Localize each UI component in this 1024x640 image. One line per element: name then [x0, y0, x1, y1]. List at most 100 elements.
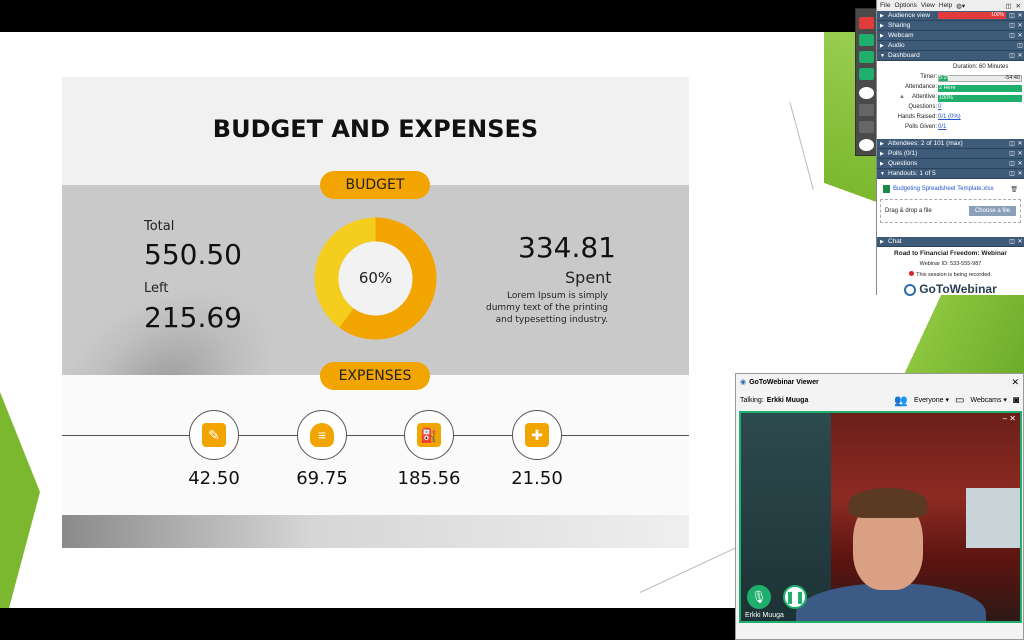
close-icon[interactable]: ✕ [1016, 150, 1024, 157]
polls-given-link[interactable]: 0/1 [938, 124, 946, 130]
hands-link[interactable]: 0/1 (0%) [938, 114, 961, 120]
popout-icon[interactable]: ◫ [1005, 2, 1011, 10]
hands-label: Hands Raised: [897, 114, 937, 120]
close-icon[interactable]: ✕ [1016, 238, 1024, 245]
close-icon[interactable]: ✕ [1016, 32, 1024, 39]
webcams-label: Webcams [970, 397, 1002, 404]
screen: BUDGET AND EXPENSES BUDGET Total 550.50 … [0, 0, 1024, 640]
section-audio[interactable]: ▶ Audio ◫ [877, 41, 1024, 51]
notepad-icon: ✎ [202, 423, 226, 447]
attendance-bar: 2 Here [938, 85, 1022, 92]
spent-value: 334.81 [518, 231, 616, 264]
trash-icon[interactable]: 🗑 [1010, 186, 1021, 193]
hospital-icon: ✚ [525, 423, 549, 447]
timer-row: Timer: 5:20 -54:40 [877, 74, 1024, 83]
duration-text: Duration: 60 Minutes [953, 64, 1009, 70]
recording-notice: This session is being recorded. [877, 271, 1024, 278]
section-chat[interactable]: ▶ Chat ◫ ✕ [877, 237, 1024, 247]
popout-icon[interactable]: ◫ [1008, 32, 1016, 39]
attentive-row: ▲ Attentive: 100% [877, 94, 1024, 103]
expense-value: 185.56 [397, 468, 461, 489]
section-handouts[interactable]: ▼ Handouts: 1 of 5 ◫ ✕ [877, 169, 1024, 179]
menu-help[interactable]: Help [939, 2, 952, 9]
section-webcam[interactable]: ▶ Webcam ◫ ✕ [877, 31, 1024, 41]
participant-name: Erkki Muuga [745, 612, 784, 619]
menu-options[interactable]: Options [894, 2, 916, 9]
section-questions[interactable]: ▶ Questions ◫ ✕ [877, 159, 1024, 169]
section-label: Polls (0/1) [888, 150, 918, 157]
popout-icon[interactable]: ◫ [1008, 22, 1016, 29]
webinar-id: Webinar ID: 533-555-987 [919, 261, 982, 267]
close-icon[interactable]: ✕ [1016, 12, 1024, 19]
handout-file-name[interactable]: Budgeting Spreadsheet Template.xlsx [893, 186, 994, 192]
timer-bar: 5:20 -54:40 [938, 75, 1022, 82]
popout-icon[interactable]: ◫ [1008, 150, 1016, 157]
minimize-close-icon[interactable]: – ✕ [1003, 414, 1016, 423]
duration-row: Duration: 60 Minutes [877, 64, 1024, 73]
popout-icon[interactable]: ◫ [1016, 42, 1024, 49]
everyone-label: Everyone [913, 397, 944, 404]
recording-notice-text: This session is being recorded. [916, 272, 992, 278]
expenses-timeline [62, 435, 689, 436]
draw-icon[interactable] [859, 139, 874, 151]
audience-level-bar: 100% [938, 12, 1006, 19]
webcam-icon[interactable] [859, 51, 874, 63]
section-label: Sharing [888, 22, 911, 29]
close-icon[interactable]: ✕ [1011, 377, 1019, 388]
webcams-dropdown[interactable]: Webcams ▾ [970, 396, 1006, 404]
spent-description: Lorem Ipsum is simply dummy text of the … [486, 291, 608, 325]
pause-button[interactable]: ❚❚ [783, 585, 807, 609]
attentive-label: Attentive: [911, 94, 937, 100]
section-polls[interactable]: ▶ Polls (0/1) ◫ ✕ [877, 149, 1024, 159]
file-drop-zone[interactable]: Drag & drop a file Choose a file [880, 199, 1021, 223]
timer-label: Timer: [920, 74, 937, 80]
collapse-arrow-icon[interactable] [859, 17, 874, 29]
donut-percent-label: 60% [358, 269, 393, 287]
popout-icon[interactable]: ◫ [1008, 12, 1016, 19]
snapshot-camera-icon[interactable]: ◙ [1013, 395, 1019, 406]
expense-item: ≡ [297, 410, 347, 460]
microphone-icon[interactable] [859, 34, 874, 46]
section-attendees[interactable]: ▶ Attendees: 2 of 101 (max) ◫ ✕ [877, 139, 1024, 149]
total-label: Total [144, 219, 175, 234]
section-sharing[interactable]: ▶ Sharing ◫ ✕ [877, 21, 1024, 31]
section-label: Chat [888, 238, 902, 245]
close-icon[interactable]: ✕ [1016, 170, 1024, 177]
popout-icon[interactable]: ◫ [1008, 238, 1016, 245]
popout-icon[interactable]: ◫ [1008, 170, 1016, 177]
questions-link[interactable]: 0 [938, 104, 941, 110]
section-dashboard[interactable]: ▼ Dashboard ◫ ✕ [877, 51, 1024, 61]
close-icon[interactable]: ✕ [1016, 52, 1024, 59]
close-icon[interactable]: ✕ [1016, 140, 1024, 147]
everyone-dropdown[interactable]: Everyone ▾ [914, 396, 949, 404]
expand-arrow-icon: ▶ [880, 32, 884, 39]
pause-icon[interactable] [859, 87, 874, 99]
popout-icon[interactable]: ◫ [1008, 52, 1016, 59]
choose-file-button[interactable]: Choose a file [968, 206, 1016, 216]
expense-value: 69.75 [296, 468, 348, 489]
viewer-title-bar: ◉ GoToWebinar Viewer ✕ [736, 374, 1023, 390]
control-toolbar [855, 8, 877, 156]
record-icon[interactable] [859, 121, 874, 133]
collapse-arrow-icon: ▼ [880, 52, 885, 59]
hand-icon[interactable] [859, 104, 874, 116]
popout-icon[interactable]: ◫ [1008, 140, 1016, 147]
microphone-button[interactable]: 🎙 [747, 585, 771, 609]
warning-icon: ▲ [899, 94, 905, 100]
menu-view[interactable]: View [921, 2, 935, 9]
close-icon[interactable]: ✕ [1016, 2, 1024, 10]
menu-file[interactable]: File [880, 2, 890, 9]
webinar-info: Road to Financial Freedom: Webinar Webin… [877, 247, 1024, 296]
section-audience-view[interactable]: ▶ Audience view 100% ◫ ✕ [877, 11, 1024, 21]
globe-icon[interactable]: ◍▾ [956, 2, 965, 10]
close-icon[interactable]: ✕ [1016, 22, 1024, 29]
expense-item: ✎ [189, 410, 239, 460]
close-icon[interactable]: ✕ [1016, 160, 1024, 167]
popout-icon[interactable]: ◫ [1008, 160, 1016, 167]
video-camera-icon: ▭ [955, 394, 965, 406]
expand-arrow-icon: ▶ [880, 12, 884, 19]
screen-share-icon[interactable] [859, 68, 874, 80]
viewer-toolbar: Talking: Erkki Muuga 👥 Everyone ▾ ▭ Webc… [736, 390, 1023, 410]
video-background [966, 488, 1020, 548]
handout-file[interactable]: Budgeting Spreadsheet Template.xlsx 🗑 [880, 182, 1021, 196]
